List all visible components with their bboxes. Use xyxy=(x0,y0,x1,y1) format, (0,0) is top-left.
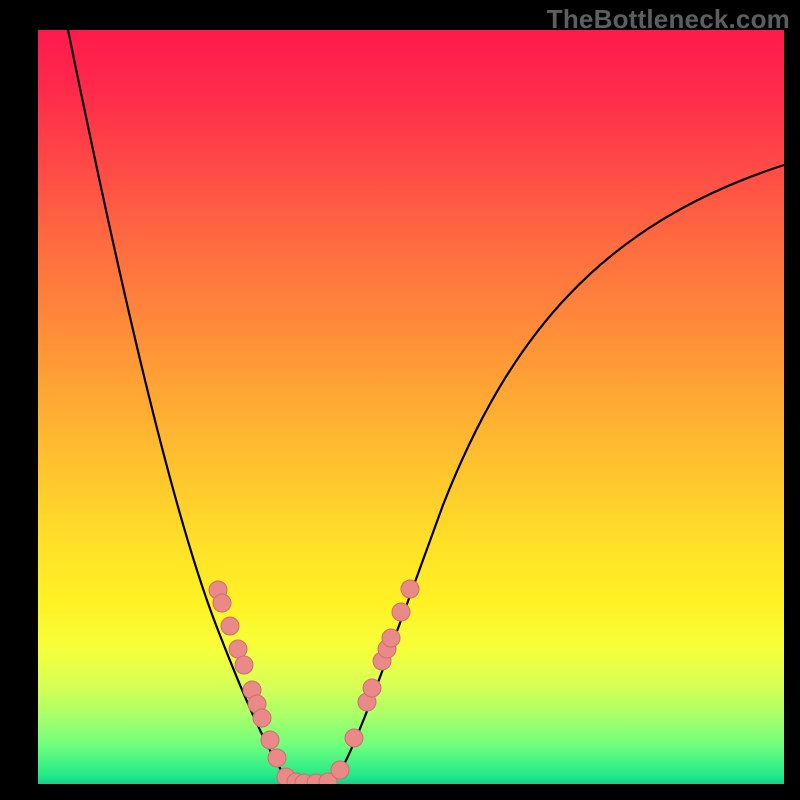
chart-frame: TheBottleneck.com xyxy=(0,0,800,800)
marker-dot xyxy=(235,656,253,674)
marker-dot xyxy=(261,731,279,749)
marker-dot xyxy=(229,640,247,658)
marker-dot xyxy=(221,617,239,635)
marker-dot xyxy=(363,679,381,697)
marker-dot xyxy=(331,761,349,779)
highlight-dots xyxy=(209,580,419,784)
chart-svg xyxy=(38,30,784,784)
marker-dot xyxy=(401,580,419,598)
marker-dot xyxy=(253,709,271,727)
marker-dot xyxy=(345,729,363,747)
marker-dot xyxy=(392,603,410,621)
marker-dot xyxy=(268,749,286,767)
marker-dot xyxy=(382,629,400,647)
plot-area xyxy=(38,30,784,784)
bottleneck-curve xyxy=(68,30,784,784)
marker-dot xyxy=(213,594,231,612)
